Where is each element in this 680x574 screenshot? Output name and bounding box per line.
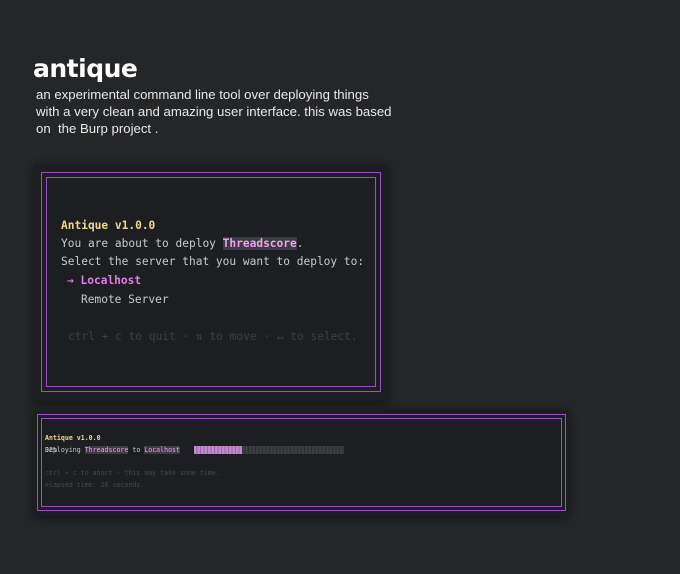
progress-percent: 32% — [45, 446, 57, 454]
abort-hint: ctrl + c to abort · this may take some t… — [45, 469, 220, 477]
deploy-suffix: . — [296, 237, 304, 250]
deploy-message: You are about to deploy Threadscore. — [61, 237, 304, 250]
app-version-title: Antique v1.0.0 — [45, 434, 101, 442]
project-name: Threadscore — [84, 446, 129, 454]
description: an experimental command line tool over d… — [36, 86, 456, 137]
description-line: with a very clean and amazing user inter… — [36, 104, 392, 119]
deploying-message: Deploying Threadscore to Localhost — [45, 446, 180, 454]
help-hint: ctrl + c to quit · ⇅ to move · ↵ to sele… — [68, 330, 358, 343]
description-line: on the Burp project . — [36, 121, 159, 136]
terminal-progress-window: Antique v1.0.0 Deploying Threadscore to … — [33, 410, 569, 516]
option-remote-server[interactable]: Remote Server — [81, 293, 169, 306]
select-prompt: Select the server that you want to deplo… — [61, 255, 365, 268]
project-name: Threadscore — [222, 237, 297, 250]
progress-bar-fill — [194, 446, 242, 454]
page-title: antique — [33, 54, 138, 83]
terminal-frame-inner — [41, 418, 562, 507]
option-localhost[interactable]: → Localhost — [67, 274, 141, 287]
deploy-prefix: You are about to deploy — [61, 237, 223, 250]
elapsed-time: elapsed time: 26 seconds. — [45, 481, 145, 489]
description-line: an experimental command line tool over d… — [36, 87, 369, 102]
target-name: Localhost — [144, 446, 180, 454]
terminal-select-window: Antique v1.0.0 You are about to deploy T… — [34, 164, 388, 402]
selected-arrow-icon: → — [67, 274, 74, 287]
option-label: Localhost — [80, 274, 142, 287]
deploy-to: to — [128, 446, 145, 454]
progress-bar-track — [242, 446, 344, 454]
app-version-title: Antique v1.0.0 — [61, 219, 156, 232]
